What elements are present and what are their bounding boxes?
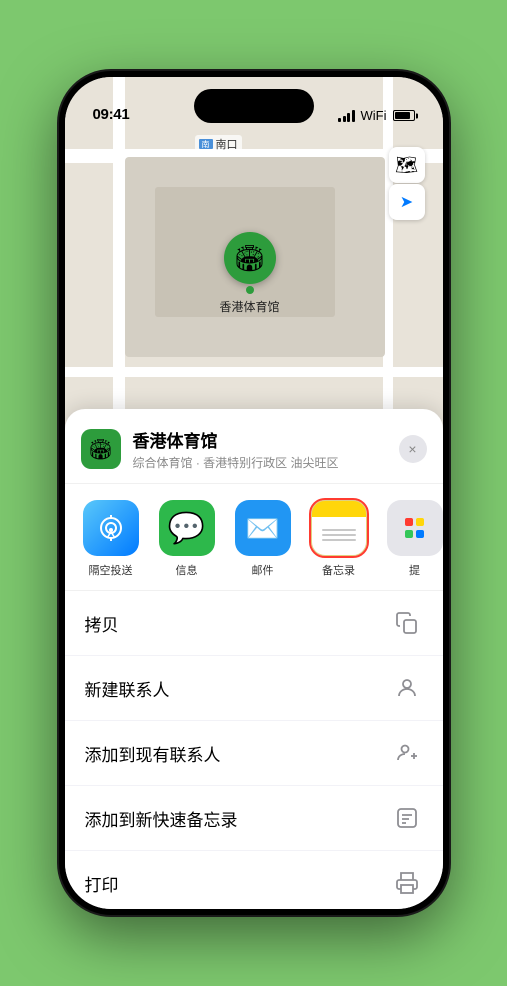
bottom-sheet: 🏟 香港体育馆 综合体育馆 · 香港特别行政区 油尖旺区 × xyxy=(65,409,443,909)
action-add-contact[interactable]: 添加到现有联系人 xyxy=(65,721,443,786)
venue-pin-dot xyxy=(246,286,254,294)
share-item-airdrop[interactable]: 隔空投送 xyxy=(77,500,145,578)
venue-name: 香港体育馆 xyxy=(133,427,399,452)
venue-info: 香港体育馆 综合体育馆 · 香港特别行政区 油尖旺区 xyxy=(133,427,399,471)
print-icon xyxy=(391,867,423,899)
mail-icon: ✉️ xyxy=(235,500,291,556)
messages-icon: 💬 xyxy=(159,500,215,556)
quick-note-icon xyxy=(391,802,423,834)
share-item-notes[interactable]: 备忘录 xyxy=(305,500,373,578)
dynamic-island xyxy=(194,89,314,123)
venue-pin-circle: 🏟 xyxy=(224,232,276,284)
status-time: 09:41 xyxy=(93,106,130,123)
venue-pin: 🏟 香港体育馆 xyxy=(220,232,280,315)
airdrop-icon xyxy=(83,500,139,556)
notes-icon xyxy=(311,500,367,556)
signal-bars-icon xyxy=(338,110,355,122)
more-apps-icon xyxy=(387,500,443,556)
action-new-contact[interactable]: 新建联系人 xyxy=(65,656,443,721)
phone-screen: 09:41 WiFi xyxy=(65,77,443,909)
new-contact-icon xyxy=(391,672,423,704)
venue-header: 🏟 香港体育馆 综合体育馆 · 香港特别行政区 油尖旺区 × xyxy=(65,409,443,484)
action-add-contact-label: 添加到现有联系人 xyxy=(85,741,221,766)
share-item-messages[interactable]: 💬 信息 xyxy=(153,500,221,578)
close-button[interactable]: × xyxy=(399,435,427,463)
map-button-group: 🗺 ➤ xyxy=(389,147,425,220)
action-print[interactable]: 打印 xyxy=(65,851,443,909)
location-button[interactable]: ➤ xyxy=(389,184,425,220)
action-copy[interactable]: 拷贝 xyxy=(65,591,443,656)
add-contact-icon xyxy=(391,737,423,769)
share-row: 隔空投送 💬 信息 ✉️ 邮件 xyxy=(65,484,443,591)
venue-header-icon: 🏟 xyxy=(81,429,121,469)
copy-icon xyxy=(391,607,423,639)
venue-subtitle: 综合体育馆 · 香港特别行政区 油尖旺区 xyxy=(133,454,399,471)
share-label-notes: 备忘录 xyxy=(322,562,355,578)
share-label-airdrop: 隔空投送 xyxy=(89,562,133,578)
share-label-more: 提 xyxy=(409,562,420,578)
map-type-button[interactable]: 🗺 xyxy=(389,147,425,183)
share-item-mail[interactable]: ✉️ 邮件 xyxy=(229,500,297,578)
action-list: 拷贝 新建联系人 xyxy=(65,591,443,909)
action-quick-note-label: 添加到新快速备忘录 xyxy=(85,806,238,831)
share-item-more[interactable]: 提 xyxy=(381,500,443,578)
status-icons: WiFi xyxy=(338,108,415,123)
phone-frame: 09:41 WiFi xyxy=(59,71,449,915)
map-road xyxy=(65,367,443,377)
share-label-messages: 信息 xyxy=(176,562,198,578)
action-quick-note[interactable]: 添加到新快速备忘录 xyxy=(65,786,443,851)
wifi-icon: WiFi xyxy=(361,108,387,123)
action-copy-label: 拷贝 xyxy=(85,611,119,636)
share-label-mail: 邮件 xyxy=(252,562,274,578)
action-print-label: 打印 xyxy=(85,871,119,896)
action-new-contact-label: 新建联系人 xyxy=(85,676,170,701)
battery-icon xyxy=(393,110,415,121)
venue-pin-label: 香港体育馆 xyxy=(220,298,280,315)
map-label-nankou: 南 南口 xyxy=(195,135,242,153)
